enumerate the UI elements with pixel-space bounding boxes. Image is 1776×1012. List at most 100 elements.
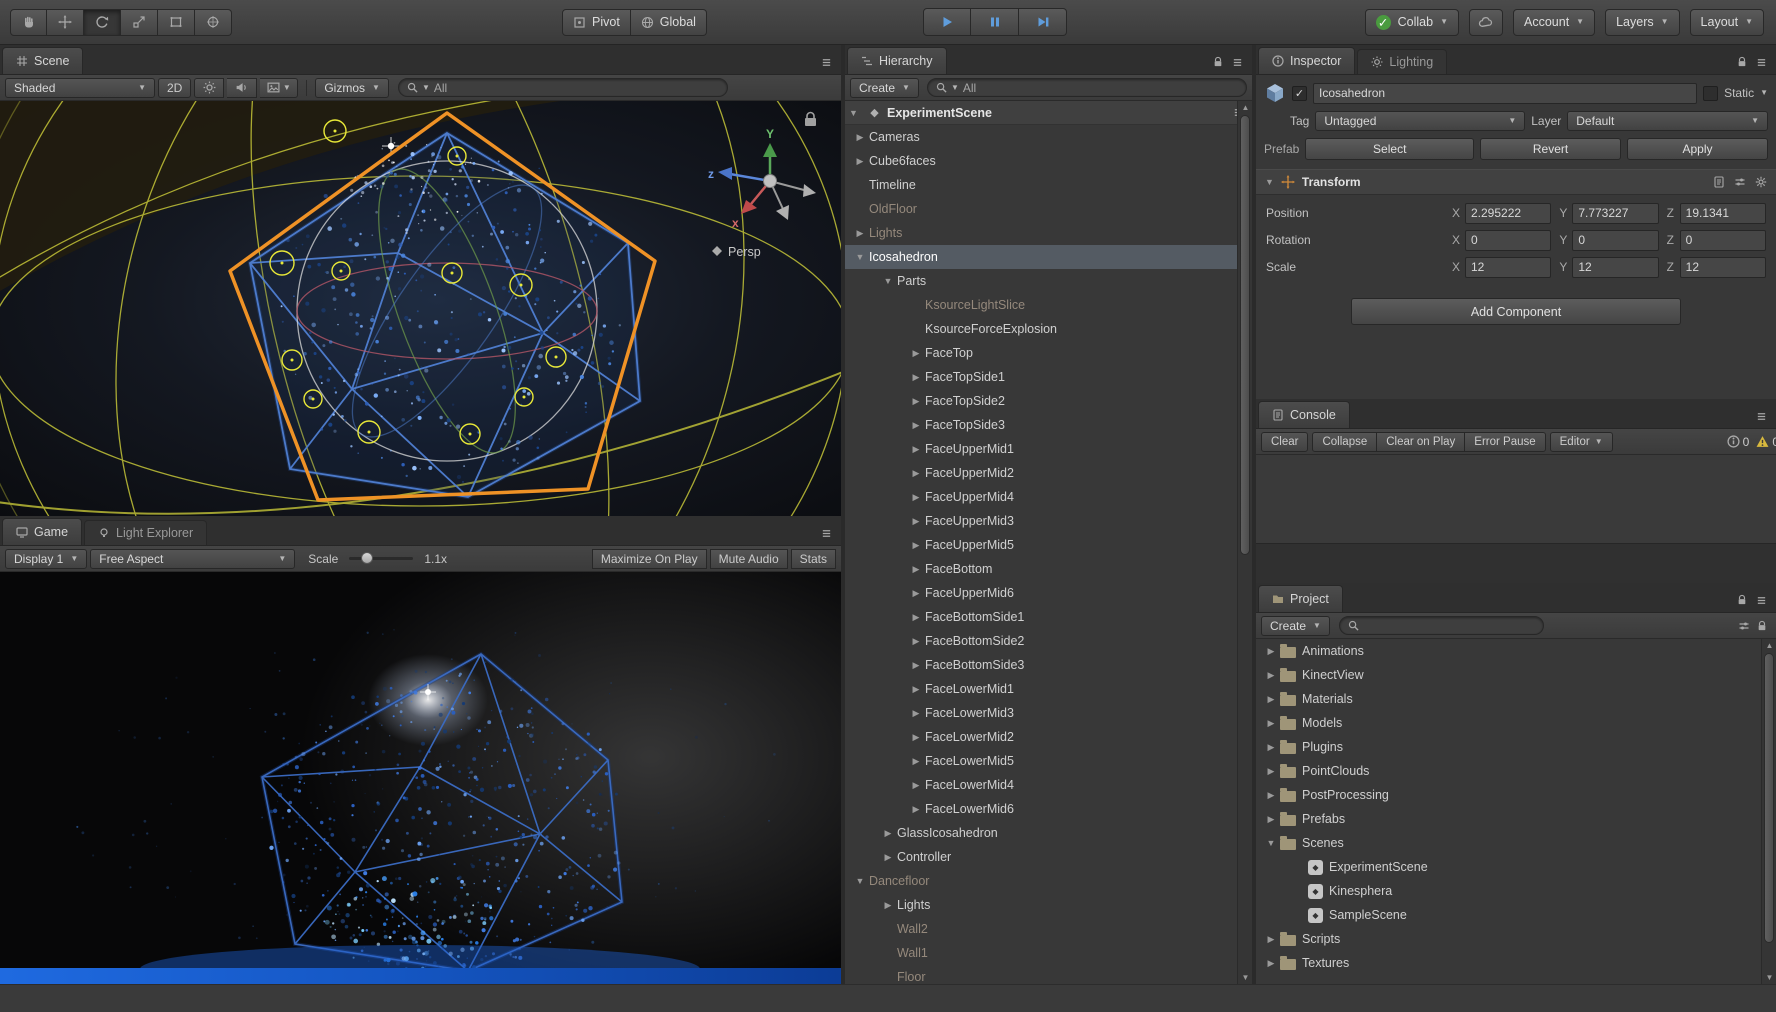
hierarchy-item-lights[interactable]: ▶Lights (845, 893, 1252, 917)
fold-collapsed-icon[interactable]: ▶ (879, 828, 897, 839)
add-component-button[interactable]: Add Component (1351, 298, 1681, 325)
warning-count-badge[interactable]: 0 (1756, 435, 1776, 449)
hierarchy-item-facelowermid2[interactable]: ▶FaceLowerMid2 (845, 725, 1252, 749)
fold-collapsed-icon[interactable]: ▶ (1262, 958, 1280, 969)
panel-divider[interactable] (1252, 45, 1256, 984)
scene-audio-toggle[interactable] (227, 78, 257, 98)
hierarchy-item-facebottomside3[interactable]: ▶FaceBottomSide3 (845, 653, 1252, 677)
fold-collapsed-icon[interactable]: ▶ (907, 636, 925, 647)
fold-collapsed-icon[interactable]: ▶ (907, 468, 925, 479)
scale-slider-knob[interactable] (361, 552, 373, 564)
play-button[interactable] (923, 8, 971, 36)
mute-audio-button[interactable]: Mute Audio (710, 549, 788, 569)
project-item-samplescene[interactable]: SampleScene (1256, 903, 1776, 927)
tab-console[interactable]: Console (1258, 401, 1350, 428)
project-item-scenes[interactable]: ▼Scenes (1256, 831, 1776, 855)
fold-collapsed-icon[interactable]: ▶ (1262, 934, 1280, 945)
hierarchy-item-facelowermid5[interactable]: ▶FaceLowerMid5 (845, 749, 1252, 773)
hierarchy-item-icosahedron[interactable]: ▼Icosahedron (845, 245, 1252, 269)
scrollbar-thumb[interactable] (1240, 115, 1250, 555)
gear-icon[interactable] (1755, 176, 1767, 188)
scale-slider[interactable] (349, 557, 413, 560)
fold-collapsed-icon[interactable]: ▶ (1262, 814, 1280, 825)
scale-tool-button[interactable] (121, 9, 158, 36)
info-count-badge[interactable]: 0 (1727, 435, 1750, 449)
hierarchy-item-wall2[interactable]: Wall2 (845, 917, 1252, 941)
display-dropdown[interactable]: Display 1▼ (5, 549, 87, 569)
hierarchy-item-cube6faces[interactable]: ▶Cube6faces (845, 149, 1252, 173)
hierarchy-item-ksourcelightslice[interactable]: KsourceLightSlice (845, 293, 1252, 317)
project-search-field[interactable] (1339, 616, 1545, 635)
fold-collapsed-icon[interactable]: ▶ (907, 732, 925, 743)
hierarchy-item-oldfloor[interactable]: OldFloor (845, 197, 1252, 221)
scene-viewport[interactable]: z x Y Persp (0, 101, 841, 516)
hierarchy-item-lights[interactable]: ▶Lights (845, 221, 1252, 245)
hierarchy-item-facetop[interactable]: ▶FaceTop (845, 341, 1252, 365)
fold-collapsed-icon[interactable]: ▶ (907, 564, 925, 575)
fold-collapsed-icon[interactable]: ▶ (851, 228, 869, 239)
hierarchy-item-dancefloor[interactable]: ▼Dancefloor (845, 869, 1252, 893)
hierarchy-item-facetopside3[interactable]: ▶FaceTopSide3 (845, 413, 1252, 437)
hierarchy-item-faceuppermid2[interactable]: ▶FaceUpperMid2 (845, 461, 1252, 485)
lock-icon[interactable] (1737, 594, 1747, 606)
label-tag-icon[interactable] (1738, 620, 1750, 632)
fold-expanded-icon[interactable]: ▼ (1265, 177, 1274, 187)
fold-collapsed-icon[interactable]: ▶ (907, 540, 925, 551)
active-checkbox[interactable]: ✓ (1292, 86, 1307, 101)
scale-x-field[interactable] (1465, 257, 1551, 278)
position-x-field[interactable] (1465, 203, 1551, 224)
tab-game[interactable]: Game (2, 518, 82, 545)
fold-collapsed-icon[interactable]: ▶ (1262, 766, 1280, 777)
panel-divider[interactable] (841, 45, 845, 984)
help-doc-icon[interactable] (1713, 176, 1725, 188)
layout-dropdown[interactable]: Layout▼ (1690, 9, 1764, 36)
chevron-down-icon[interactable]: ▼ (1760, 89, 1768, 97)
hierarchy-item-timeline[interactable]: Timeline (845, 173, 1252, 197)
transform-tool-button[interactable] (195, 9, 232, 36)
fold-collapsed-icon[interactable]: ▶ (907, 444, 925, 455)
fold-collapsed-icon[interactable]: ▶ (851, 156, 869, 167)
rotation-z-field[interactable] (1680, 230, 1766, 251)
tag-dropdown[interactable]: Untagged▼ (1315, 111, 1525, 131)
fold-collapsed-icon[interactable]: ▶ (907, 420, 925, 431)
fold-expanded-icon[interactable]: ▼ (851, 876, 869, 886)
hierarchy-create-dropdown[interactable]: Create▼ (850, 78, 919, 98)
panel-menu-icon[interactable] (821, 57, 832, 68)
scene-search-field[interactable]: ▼ All (398, 78, 728, 97)
fold-collapsed-icon[interactable]: ▶ (907, 372, 925, 383)
hierarchy-item-facelowermid3[interactable]: ▶FaceLowerMid3 (845, 701, 1252, 725)
draw-mode-dropdown[interactable]: Shaded▼ (5, 78, 155, 98)
gizmos-dropdown[interactable]: Gizmos▼ (315, 78, 389, 98)
project-item-scripts[interactable]: ▶Scripts (1256, 927, 1776, 951)
console-collapse-button[interactable]: Collapse (1312, 432, 1377, 452)
fold-collapsed-icon[interactable]: ▶ (907, 516, 925, 527)
fold-expanded-icon[interactable]: ▼ (879, 276, 897, 286)
fold-collapsed-icon[interactable]: ▶ (907, 348, 925, 359)
tab-project[interactable]: Project (1258, 585, 1343, 612)
scroll-down-arrow[interactable]: ▼ (1762, 971, 1776, 984)
fold-expanded-icon[interactable]: ▼ (849, 108, 865, 118)
project-item-experimentscene[interactable]: ExperimentScene (1256, 855, 1776, 879)
fold-collapsed-icon[interactable]: ▶ (907, 708, 925, 719)
panel-menu-icon[interactable] (821, 528, 832, 539)
console-editor-dropdown[interactable]: Editor▼ (1550, 432, 1613, 452)
fold-collapsed-icon[interactable]: ▶ (851, 132, 869, 143)
lock-icon[interactable] (1213, 56, 1223, 68)
hierarchy-item-wall1[interactable]: Wall1 (845, 941, 1252, 965)
scroll-down-arrow[interactable]: ▼ (1238, 971, 1252, 984)
tab-scene[interactable]: Scene (2, 47, 83, 74)
move-tool-button[interactable] (47, 9, 84, 36)
project-item-models[interactable]: ▶Models (1256, 711, 1776, 735)
2d-toggle-button[interactable]: 2D (158, 78, 191, 98)
tab-lighting[interactable]: Lighting (1357, 49, 1447, 74)
panel-menu-icon[interactable] (1756, 595, 1767, 606)
hierarchy-item-facelowermid4[interactable]: ▶FaceLowerMid4 (845, 773, 1252, 797)
hierarchy-scrollbar[interactable]: ▲ ▼ (1237, 101, 1252, 984)
scroll-up-arrow[interactable]: ▲ (1762, 639, 1776, 652)
fold-collapsed-icon[interactable]: ▶ (907, 612, 925, 623)
fold-collapsed-icon[interactable]: ▶ (1262, 790, 1280, 801)
fold-collapsed-icon[interactable]: ▶ (907, 684, 925, 695)
console-clear-button[interactable]: Clear (1261, 432, 1308, 452)
rect-tool-button[interactable] (158, 9, 195, 36)
fold-collapsed-icon[interactable]: ▶ (879, 852, 897, 863)
